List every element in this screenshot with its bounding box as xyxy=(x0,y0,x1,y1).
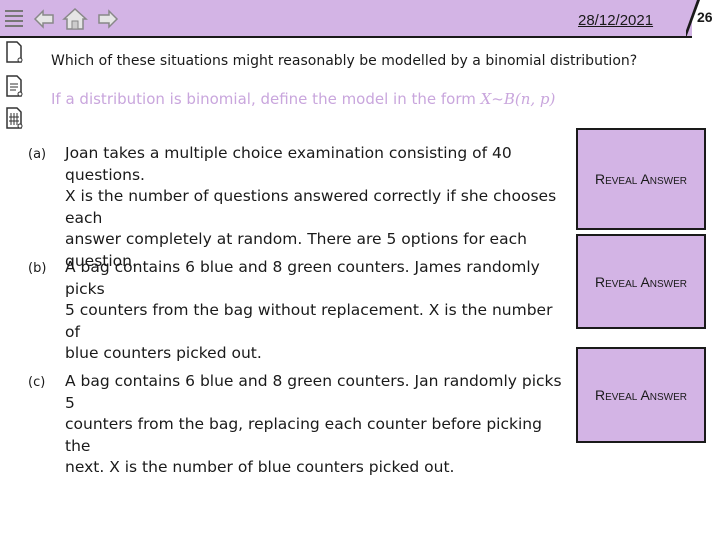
instruction-lead: If a distribution is binomial, define th… xyxy=(51,90,481,108)
question-prompt: Which of these situations might reasonab… xyxy=(51,53,638,69)
table-page-icon[interactable] xyxy=(5,107,23,129)
part-c-text: A bag contains 6 blue and 8 green counte… xyxy=(65,371,570,479)
part-a-text: Joan takes a multiple choice examination… xyxy=(65,143,570,272)
reveal-answer-button-c[interactable]: Reveal Answer xyxy=(576,347,706,443)
blank-page-icon[interactable] xyxy=(5,41,23,63)
top-bar-corner-inner xyxy=(684,0,697,36)
model-form: X~B(n, p) xyxy=(480,90,556,108)
home-icon[interactable] xyxy=(62,7,88,31)
part-a-line: X is the number of questions answered co… xyxy=(65,187,557,227)
back-arrow-icon[interactable] xyxy=(32,7,56,31)
part-a-line: Joan takes a multiple choice examination… xyxy=(65,144,512,184)
instruction-text: If a distribution is binomial, define th… xyxy=(51,90,555,108)
slide-date: 28/12/2021 xyxy=(578,12,654,29)
menu-icon[interactable] xyxy=(5,10,23,30)
forward-arrow-icon[interactable] xyxy=(96,7,120,31)
part-c-line: counters from the bag, replacing each co… xyxy=(65,415,542,455)
part-c-label: (c) xyxy=(28,375,46,390)
part-c-line: A bag contains 6 blue and 8 green counte… xyxy=(65,372,562,412)
part-a-label: (a) xyxy=(28,147,47,162)
reveal-answer-button-a[interactable]: Reveal Answer xyxy=(576,128,706,230)
part-b-line: 5 counters from the bag without replacem… xyxy=(65,301,553,341)
part-b-text: A bag contains 6 blue and 8 green counte… xyxy=(65,257,570,365)
part-b-line: A bag contains 6 blue and 8 green counte… xyxy=(65,258,540,298)
notes-page-icon[interactable] xyxy=(5,75,23,97)
slide-number: 26 xyxy=(697,9,713,25)
part-c-line: next. X is the number of blue counters p… xyxy=(65,458,455,476)
part-b-label: (b) xyxy=(28,261,47,276)
reveal-answer-button-b[interactable]: Reveal Answer xyxy=(576,234,706,329)
part-b-line: blue counters picked out. xyxy=(65,344,262,362)
